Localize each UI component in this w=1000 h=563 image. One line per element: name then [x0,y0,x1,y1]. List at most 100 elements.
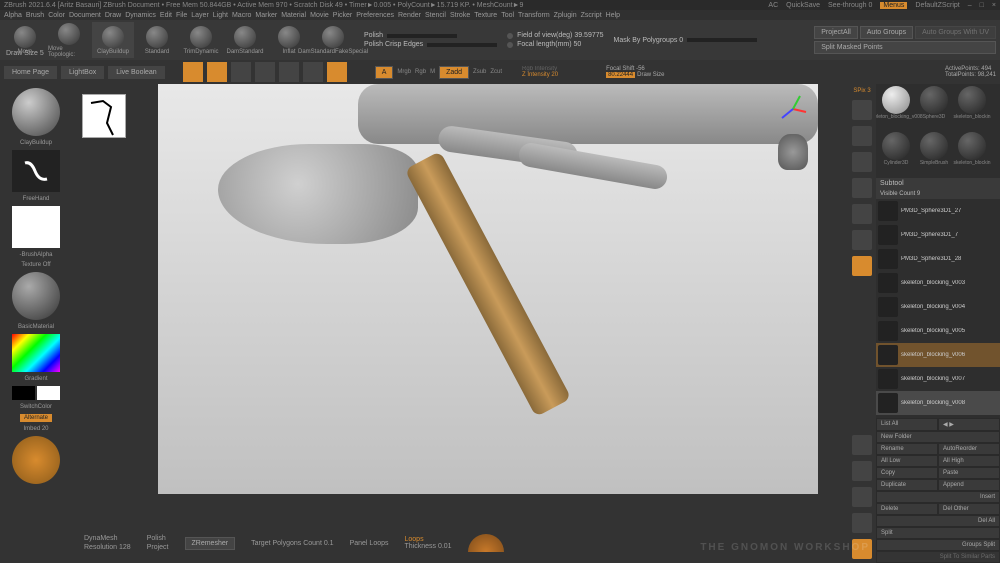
tool-item[interactable]: Cylinder3D [878,132,914,176]
thickness-slider[interactable]: Thickness 0.01 [405,543,452,550]
menu-item[interactable]: Light [213,12,228,19]
menu-item[interactable]: Texture [474,12,497,19]
fov-slider[interactable]: Field of view(deg) 39.59775 [507,32,603,39]
target-poly-slider[interactable]: Target Polygons Count 0.1 [251,540,334,547]
menu-item[interactable]: Zplugin [554,12,577,19]
split-masked-button[interactable]: Split Masked Points [814,41,996,54]
mask-polygroups-slider[interactable]: Mask By Polygroups 0 [614,37,758,44]
brush-move-topo[interactable]: Move Topologic: [48,22,90,58]
zremesher-button[interactable]: ZRemesher [185,537,236,550]
xyz-button[interactable] [852,256,872,276]
alternate-button[interactable]: Alternate [20,414,52,422]
brush-damstandard-rake[interactable]: DamStandardFakeSpecial [312,22,354,58]
subtool-row[interactable]: skeleton_blocking_v005 [876,319,1000,343]
menu-item[interactable]: Marker [255,12,277,19]
menu-item[interactable]: Alpha [4,12,22,19]
menu-item[interactable]: Render [398,12,421,19]
floor-icon[interactable] [852,178,872,198]
delother-button[interactable]: Del Other [938,503,1000,515]
menu-item[interactable]: Stencil [425,12,446,19]
splitsimilar-button[interactable]: Split To Similar Parts [876,551,1000,563]
lsym-icon[interactable] [852,230,872,250]
polish-toggle[interactable]: Polish [147,535,169,542]
brush-trimdynamic[interactable]: TrimDynamic [180,22,222,58]
frame-icon[interactable] [852,513,872,533]
menu-item[interactable]: File [176,12,187,19]
resolution-slider[interactable]: Resolution 128 [84,544,131,551]
color-picker[interactable] [12,334,60,372]
menu-item[interactable]: Movie [310,12,329,19]
close-icon[interactable]: × [992,2,996,9]
rgb-button[interactable]: Rgb [415,69,426,75]
alllow-button[interactable]: All Low [876,455,938,467]
m-button[interactable]: M [430,69,435,75]
menu-item[interactable]: Document [69,12,101,19]
append-button[interactable]: Append [938,479,1000,491]
local-icon[interactable] [852,204,872,224]
menu-item[interactable]: Material [281,12,306,19]
insert-button[interactable]: Insert [876,491,1000,503]
brush-claybuildup[interactable]: ClayBuildup [92,22,134,58]
subtool-row[interactable]: PM3D_Sphere3D1_28 [876,247,1000,271]
tool-item[interactable]: skeleton_blocking_v008 [878,86,914,130]
draw-mode-button[interactable] [207,62,227,82]
aahalfscreen-icon[interactable] [852,126,872,146]
a-button[interactable]: A [375,66,394,79]
menu-item[interactable]: Picker [333,12,352,19]
rotate-view-icon[interactable] [852,487,872,507]
tab-lightbox[interactable]: LightBox [61,66,104,79]
axis-gizmo[interactable] [778,94,808,124]
zadd-button[interactable]: Zadd [439,66,469,79]
polish-slider[interactable]: Polish [364,32,497,39]
menu-item[interactable]: Tool [501,12,514,19]
projectall-button[interactable]: ProjectAll [814,26,858,39]
seethrough-slider[interactable]: See-through 0 [828,2,872,9]
menu-item[interactable]: Draw [105,12,121,19]
current-brush-icon[interactable] [12,88,60,136]
menu-item[interactable]: Zscript [581,12,602,19]
tool-item[interactable]: Sphere3D [916,86,952,130]
imbed-label[interactable]: Imbed 20 [23,426,48,432]
menu-item[interactable]: Transform [518,12,550,19]
canvas-3d[interactable] [158,84,818,494]
material-icon[interactable] [12,272,60,320]
menu-item[interactable]: Help [606,12,620,19]
groupssplit-button[interactable]: Groups Split [876,539,1000,551]
draw-size-value[interactable]: 80.22444 [606,72,635,78]
dynamesh-button[interactable]: DynaMesh [84,535,131,542]
sculptris-button[interactable] [327,62,347,82]
subtool-row[interactable]: skeleton_blocking_v004 [876,295,1000,319]
actual-size-icon[interactable] [852,100,872,120]
tool-item[interactable]: skeleton_blockin [954,86,990,130]
rgb-intensity-label[interactable]: Rgb Intensity [522,66,558,72]
rotate-mode-button[interactable] [279,62,299,82]
scale-mode-button[interactable] [255,62,275,82]
autogroups-button[interactable]: Auto Groups [860,26,913,39]
spix-label[interactable]: SPix 3 [853,88,870,94]
delete-button[interactable]: Delete [876,503,938,515]
subtool-row[interactable]: PM3D_Sphere3D1_27 [876,199,1000,223]
maximize-icon[interactable]: □ [980,2,984,9]
copy-button[interactable]: Copy [876,467,938,479]
subtool-row[interactable]: skeleton_blocking_v007 [876,367,1000,391]
subtool-row[interactable]: skeleton_blocking_v008 [876,391,1000,415]
zoom3d-icon[interactable] [852,461,872,481]
menu-item[interactable]: Preferences [356,12,394,19]
switchcolor-button[interactable]: SwitchColor [20,404,52,410]
delall-button[interactable]: Del All [876,515,1000,527]
menu-item[interactable]: Layer [191,12,209,19]
minimize-icon[interactable]: – [968,2,972,9]
paste-button[interactable]: Paste [938,467,1000,479]
duplicate-button[interactable]: Duplicate [876,479,938,491]
move-mode-button[interactable] [231,62,251,82]
mrgb-button[interactable]: Mrgb [397,69,411,75]
visible-count[interactable]: Visible Count 9 [876,189,1000,199]
focal-length-slider[interactable]: Focal length(mm) 50 [507,41,603,48]
listall-button[interactable]: List All [876,418,938,431]
menu-item[interactable]: Dynamics [125,12,156,19]
menu-item[interactable]: Macro [232,12,251,19]
brush-damstandard[interactable]: DamStandard [224,22,266,58]
subtool-row[interactable]: skeleton_blocking_v006 [876,343,1000,367]
menu-item[interactable]: Stroke [450,12,470,19]
arrows-button[interactable]: ◀ ▶ [938,418,1000,431]
